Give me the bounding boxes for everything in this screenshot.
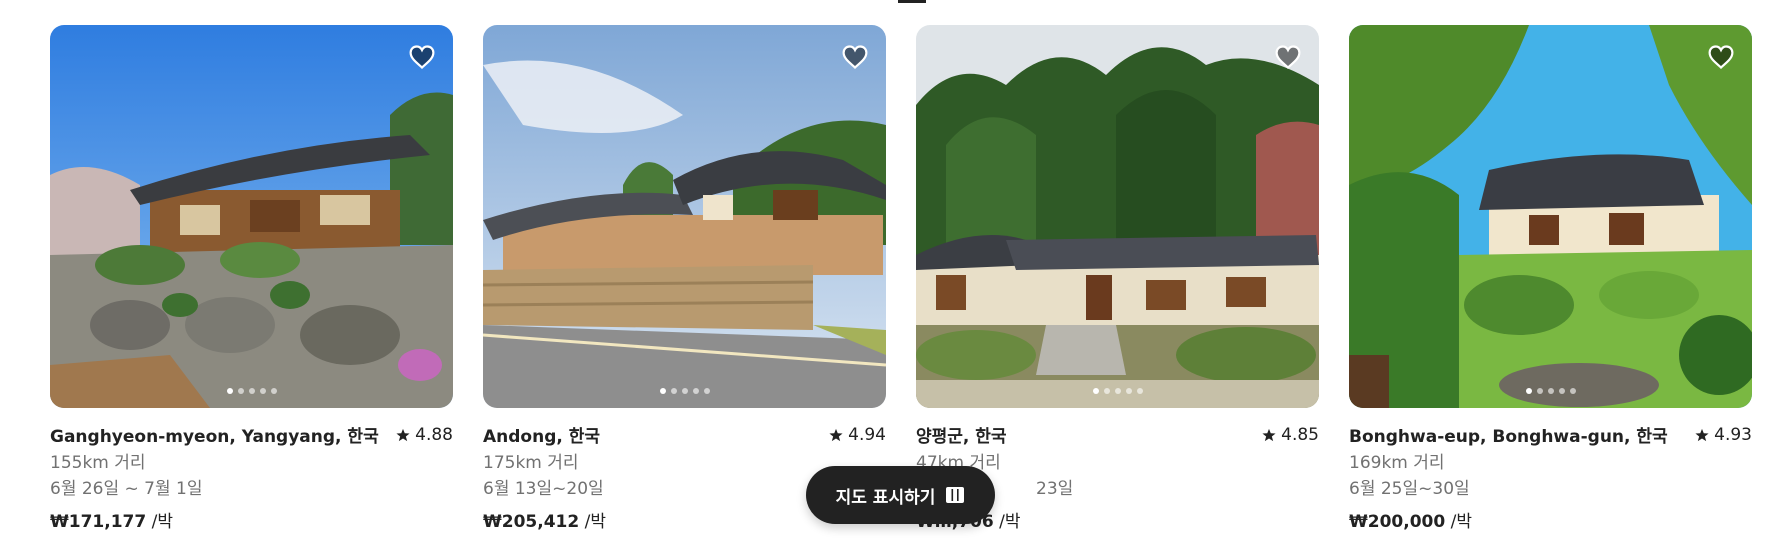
photo-hanok-garden-pond [1349,25,1752,408]
listing-price: ₩200,000 /박 [1349,507,1752,532]
price-value: ₩205,412 [483,512,580,532]
carousel-dots [916,388,1319,394]
tab-underline [898,0,926,3]
listing-photo[interactable] [1349,25,1752,408]
heart-icon[interactable] [1273,43,1303,71]
star-icon [829,428,843,441]
star-icon [1695,428,1709,441]
listing-distance: 169km 거리 [1349,453,1445,473]
rating-value: 4.94 [848,424,886,445]
star-icon [1262,428,1276,441]
listing-price: ₩171,177 /박 [50,507,453,532]
price-value: ₩171,177 [50,512,147,532]
listing-card[interactable]: Bonghwa-eup, Bonghwa-gun, 한국 4.93 169km … [1349,25,1752,532]
carousel-dots [50,388,453,394]
map-icon [946,487,965,503]
heart-icon[interactable] [407,43,437,71]
listing-card[interactable]: 양평군, 한국 4.85 47km 거리 23일 ₩…,706 /박 [916,25,1319,532]
listing-photo[interactable] [916,25,1319,408]
rating-value: 4.88 [415,424,453,445]
listing-grid: Ganghyeon-myeon, Yangyang, 한국 4.88 155km… [50,25,1753,532]
listing-location: Bonghwa-eup, Bonghwa-gun, 한국 [1349,427,1668,447]
rating-value: 4.93 [1714,424,1752,445]
listing-photo[interactable] [483,25,886,408]
rating-value: 4.85 [1281,424,1319,445]
price-unit: /박 [151,512,173,532]
listing-rating: 4.93 [1695,425,1752,445]
listing-dates: 6월 26일 ~ 7월 1일 [50,479,203,499]
price-value: ₩200,000 [1349,512,1446,532]
photo-hanok-stone-wall [483,25,886,408]
listing-rating: 4.94 [829,425,886,445]
listing-dates: 6월 25일~30일 [1349,479,1470,499]
listing-card[interactable]: Andong, 한국 4.94 175km 거리 6월 13일~20일 ₩205… [483,25,886,532]
price-unit: /박 [1450,512,1472,532]
photo-hanok-rock-garden [50,25,453,408]
listing-location: Ganghyeon-myeon, Yangyang, 한국 [50,427,379,447]
listing-location: Andong, 한국 [483,427,601,447]
price-unit: /박 [584,512,606,532]
listing-rating: 4.85 [1262,425,1319,445]
show-map-button[interactable]: 지도 표시하기 [806,466,995,524]
photo-hanok-forest [916,25,1319,408]
carousel-dots [483,388,886,394]
listing-photo[interactable] [50,25,453,408]
listing-location: 양평군, 한국 [916,427,1007,447]
heart-icon[interactable] [840,43,870,71]
heart-icon[interactable] [1706,43,1736,71]
carousel-dots [1349,388,1752,394]
listing-card[interactable]: Ganghyeon-myeon, Yangyang, 한국 4.88 155km… [50,25,453,532]
star-icon [396,428,410,441]
price-unit: /박 [999,512,1021,532]
show-map-label: 지도 표시하기 [835,487,936,508]
listing-distance: 155km 거리 [50,453,146,473]
listing-rating: 4.88 [396,425,453,445]
